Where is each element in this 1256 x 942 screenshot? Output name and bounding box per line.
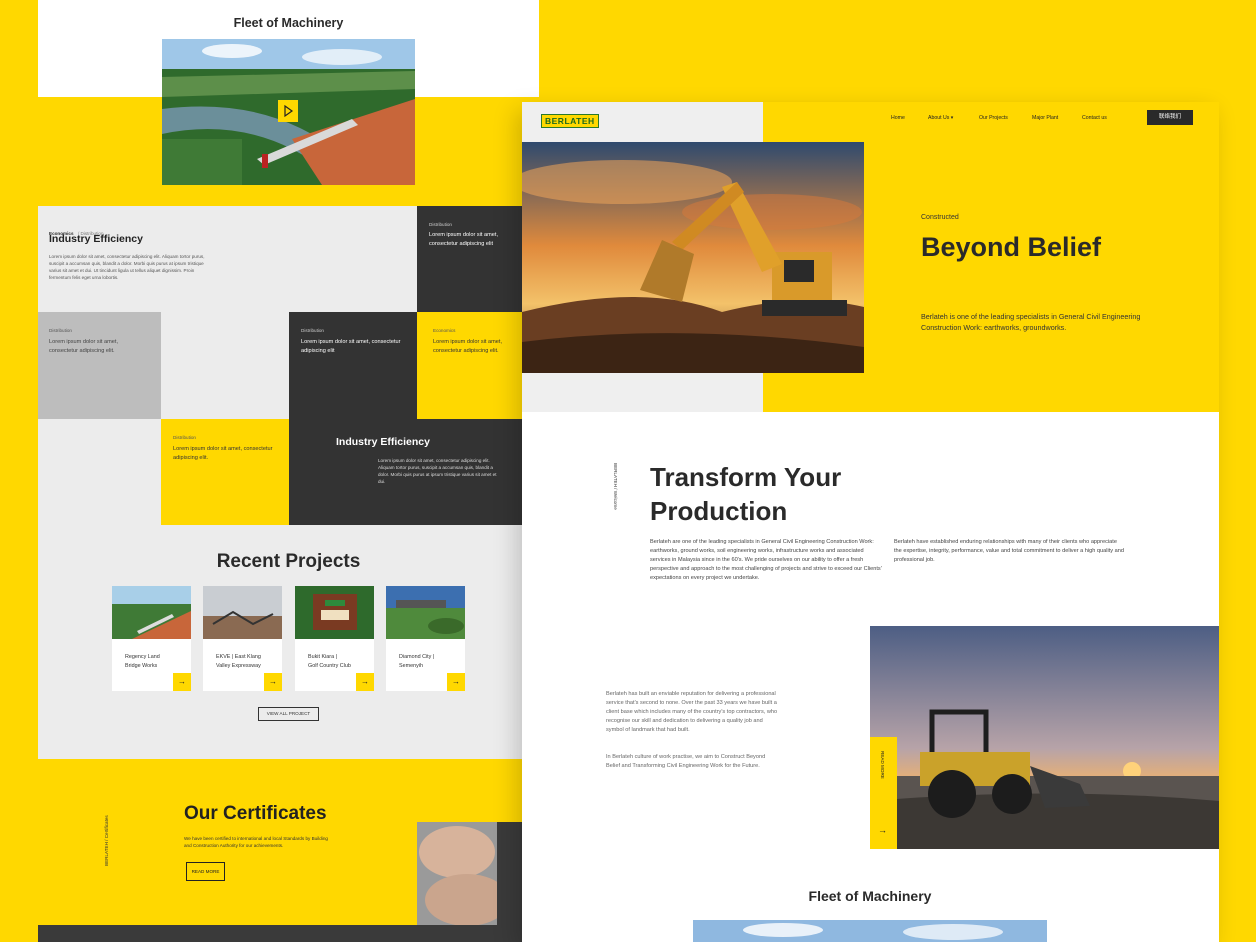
tile-dark-wide: Industry Efficiency Lorem ipsum dolor si…	[289, 419, 522, 525]
welcome-side-label: BERLATEH / Welcome	[613, 463, 618, 510]
certificates-read-more-button[interactable]: READ MORE	[186, 862, 225, 881]
tile-text: Lorem ipsum dolor sit amet, consectetur …	[301, 339, 401, 354]
project-name: EKVE | East Klang	[216, 654, 261, 660]
dark-footer-strip	[38, 925, 522, 942]
about-paragraph-1: Berlateh has built an enviable reputatio…	[606, 691, 778, 733]
tile-tag: Distribution	[173, 435, 196, 440]
grid-heading: Industry Efficiency	[49, 233, 143, 245]
loader-sunset-image	[870, 626, 1219, 849]
fleet-image-right	[693, 920, 1047, 942]
project-card[interactable]: EKVE | East Klang Valley Expressway →	[203, 586, 282, 691]
transform-title: Transform Your Production	[650, 460, 841, 528]
tile-dark-mid: Distribution Lorem ipsum dolor sit amet,…	[289, 312, 417, 419]
hero-body: Berlateh is one of the leading specialis…	[921, 312, 1141, 332]
tile-yellow-lower: Distribution Lorem ipsum dolor sit amet,…	[161, 419, 289, 525]
project-name: Diamond City |	[399, 654, 435, 660]
tile-tag: Economics	[433, 328, 456, 333]
project-subtitle: Semenyih	[399, 662, 423, 669]
transform-title-line1: Transform Your	[650, 462, 842, 492]
tile-text: Lorem ipsum dolor sit amet, consectetur …	[49, 339, 119, 354]
certificates-title: Our Certificates	[184, 803, 327, 824]
tile-text: Lorem ipsum dolor sit amet, consectetur …	[433, 339, 503, 354]
project-subtitle: Golf Country Club	[308, 662, 351, 669]
intro-column-2: Berlateh have established enduring relat…	[894, 539, 1124, 563]
intro-column-1: Berlateh are one of the leading speciali…	[650, 539, 882, 581]
project-name: Regency Land	[125, 654, 160, 660]
project-name: Bukit Kiara |	[308, 654, 337, 660]
grid-body: Lorem ipsum dolor sit amet, consectetur …	[49, 254, 205, 280]
project-image	[295, 586, 374, 639]
hero-eyebrow: Constructed	[921, 214, 959, 221]
tile-tag: Distribution	[49, 328, 72, 333]
certificates-body: We have been certified to international …	[184, 836, 328, 848]
play-button[interactable]	[278, 100, 298, 122]
project-image	[112, 586, 191, 639]
arrow-right-icon: →	[878, 825, 887, 835]
nav-our-projects[interactable]: Our Projects	[979, 115, 1008, 121]
transform-title-line2: Production	[650, 496, 788, 526]
tile-gray: Distribution Lorem ipsum dolor sit amet,…	[38, 312, 161, 419]
brand-logo[interactable]: BERLATEH	[541, 114, 599, 128]
dark-heading: Industry Efficiency	[336, 436, 430, 448]
project-subtitle: Bridge Works	[125, 662, 158, 669]
tile-tag: Distribution	[301, 328, 324, 333]
hero-title: Beyond Belief	[921, 232, 1102, 262]
certificates-side-label: BERLATEH / Certificates	[104, 815, 109, 866]
contact-cta-button[interactable]: 联络我们	[1147, 110, 1193, 125]
fleet-title-right: Fleet of Machinery	[808, 888, 932, 904]
play-icon	[284, 104, 294, 118]
project-card[interactable]: Bukit Kiara | Golf Country Club →	[295, 586, 374, 691]
project-subtitle: Valley Expressway	[216, 662, 261, 669]
tile-tag: Distribution	[429, 222, 452, 227]
read-more-label: READ MORE	[880, 751, 885, 779]
about-paragraph-2: In Berlateh culture of work practise, we…	[606, 754, 766, 769]
handshake-image	[417, 822, 522, 925]
read-more-vertical-tab[interactable]: READ MORE →	[870, 737, 897, 849]
project-card[interactable]: Regency Land Bridge Works →	[112, 586, 191, 691]
nav-contact-us[interactable]: Contact us	[1082, 115, 1107, 121]
hero-excavator-image	[522, 142, 864, 373]
tile-text: Lorem ipsum dolor sit amet, consectetur …	[173, 446, 273, 461]
project-card[interactable]: Diamond City | Semenyih →	[386, 586, 465, 691]
nav-about-us[interactable]: About Us ▾	[928, 115, 953, 121]
fleet-title-left: Fleet of Machinery	[233, 16, 344, 30]
project-image	[203, 586, 282, 639]
tile-yellow: Economics Lorem ipsum dolor sit amet, co…	[417, 312, 522, 419]
project-image	[386, 586, 465, 639]
arrow-right-icon[interactable]: →	[264, 673, 282, 691]
arrow-right-icon[interactable]: →	[356, 673, 374, 691]
view-all-projects-button[interactable]: VIEW ALL PROJECT	[258, 707, 319, 721]
nav-home[interactable]: Home	[891, 115, 905, 121]
tile-dark-top: Distribution Lorem ipsum dolor sit amet,…	[417, 206, 522, 312]
recent-projects-title: Recent Projects	[216, 551, 361, 572]
tile-text: Lorem ipsum dolor sit amet, consectetur …	[429, 232, 499, 247]
dark-body: Lorem ipsum dolor sit amet, consectetur …	[378, 458, 497, 484]
arrow-right-icon[interactable]: →	[173, 673, 191, 691]
nav-major-plant[interactable]: Major Plant	[1032, 115, 1058, 121]
arrow-right-icon[interactable]: →	[447, 673, 465, 691]
